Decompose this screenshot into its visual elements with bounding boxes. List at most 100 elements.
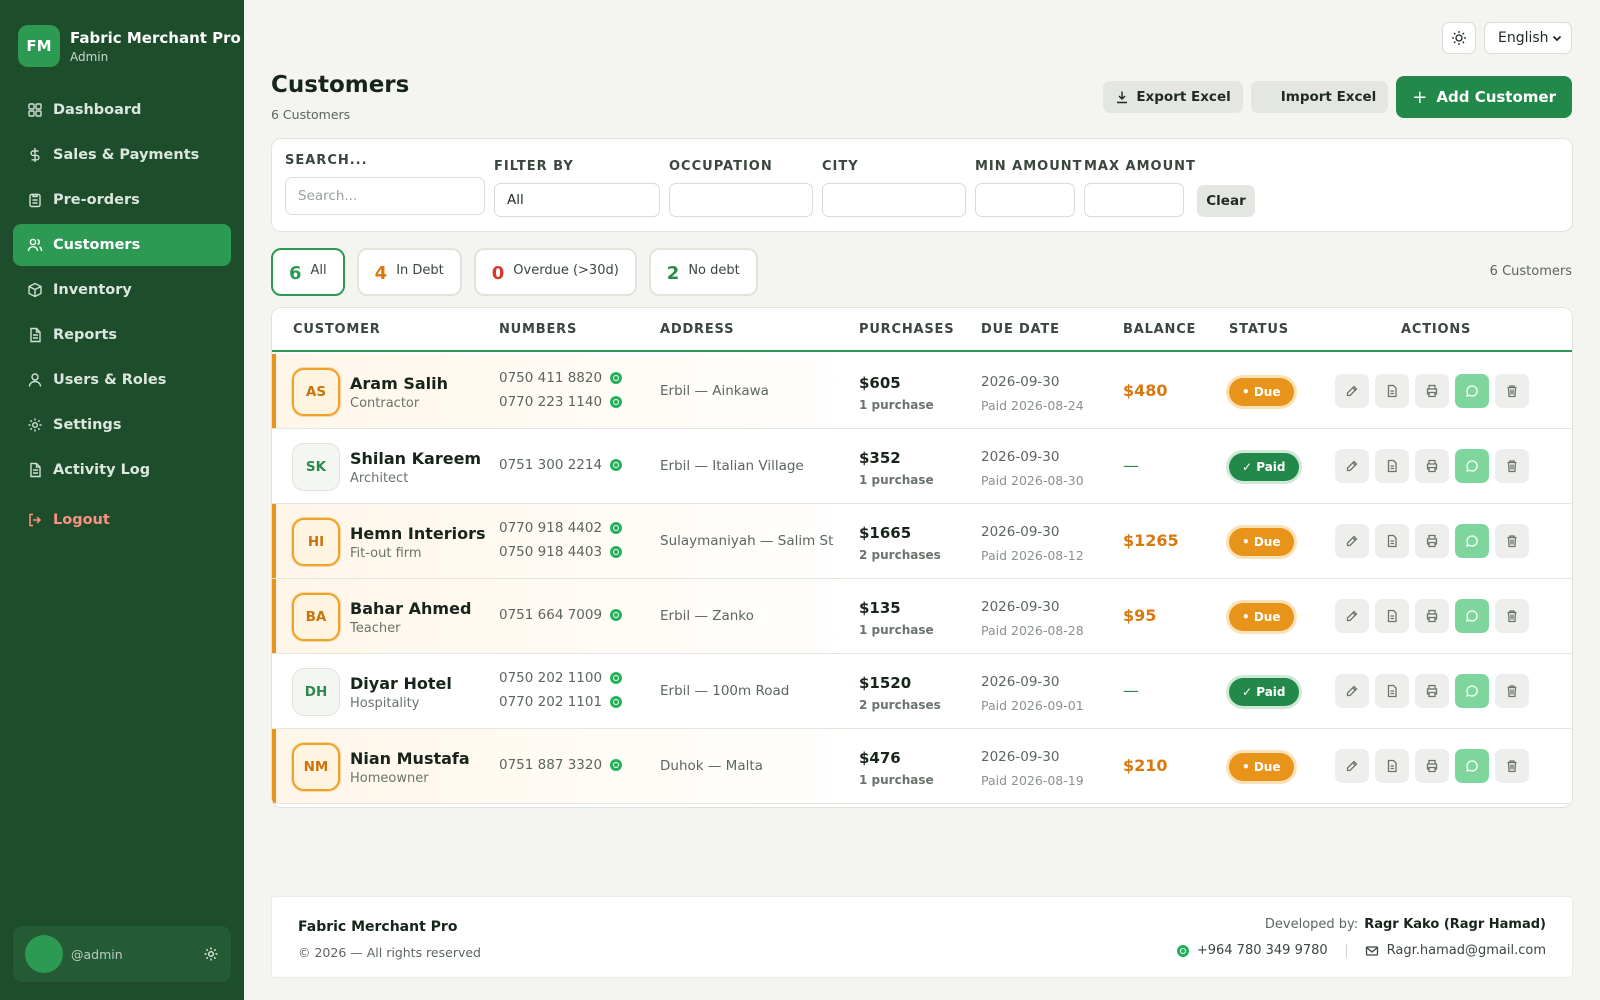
column-header[interactable]: STATUS [1229,322,1289,337]
add-customer-button[interactable]: + Add Customer [1396,76,1572,118]
chip-in-debt[interactable]: 4 In Debt [356,248,462,296]
print-button[interactable] [1415,449,1449,483]
search-input[interactable]: Search... [285,177,485,215]
footer-phone[interactable]: +964 780 349 9780 [1197,943,1328,958]
customer-name[interactable]: Hemn Interiors [350,524,486,543]
max-amount-input[interactable] [1084,183,1184,217]
table-row[interactable]: SK Shilan Kareem Architect 0751 300 2214 Erb… [272,429,1572,504]
chip-all[interactable]: 6 All [271,248,345,296]
table-row[interactable]: NM Nian Mustafa Homeowner 0751 887 3320 Duho… [272,729,1572,804]
phone-number[interactable]: 0751 300 2214 [499,457,623,473]
trash-button[interactable] [1495,749,1529,783]
column-header[interactable]: PURCHASES [859,322,954,337]
print-button[interactable] [1415,374,1449,408]
phone-number[interactable]: 0770 202 1101 [499,694,623,710]
chat-button[interactable] [1455,674,1489,708]
edit-button[interactable] [1335,674,1369,708]
footer-email[interactable]: Ragr.hamad@gmail.com [1387,943,1546,958]
phone-number[interactable]: 0750 918 4403 [499,544,623,560]
document-button[interactable] [1375,599,1409,633]
chat-button[interactable] [1455,599,1489,633]
clear-filters-button[interactable]: Clear [1197,185,1255,217]
gear-icon[interactable] [203,946,219,962]
column-header[interactable]: DUE DATE [981,322,1060,337]
chip-no-debt[interactable]: 2 No debt [648,248,758,296]
document-button[interactable] [1375,674,1409,708]
phone-number[interactable]: 0751 664 7009 [499,607,623,623]
whatsapp-icon[interactable] [610,696,623,708]
phone-number[interactable]: 0770 223 1140 [499,394,623,410]
trash-button[interactable] [1495,599,1529,633]
phone-text: 0770 918 4402 [499,520,603,536]
export-excel-button[interactable]: Export Excel [1103,81,1243,113]
sidebar-item-sales-payments[interactable]: Sales & Payments [13,134,231,176]
print-button[interactable] [1415,749,1449,783]
document-button[interactable] [1375,524,1409,558]
document-button[interactable] [1375,374,1409,408]
whatsapp-icon[interactable] [610,609,623,621]
sidebar-item-reports[interactable]: Reports [13,314,231,356]
customer-name[interactable]: Diyar Hotel [350,674,452,693]
trash-button[interactable] [1495,449,1529,483]
table-row[interactable]: HI Hemn Interiors Fit-out firm 0770 918 440… [272,504,1572,579]
user-card[interactable]: @admin [13,926,231,982]
phone-number[interactable]: 0750 411 8820 [499,370,623,386]
chat-button[interactable] [1455,749,1489,783]
phone-number[interactable]: 0750 202 1100 [499,670,623,686]
trash-button[interactable] [1495,524,1529,558]
sidebar-item-settings[interactable]: Settings [13,404,231,446]
table-row[interactable]: BA Bahar Ahmed Teacher 0751 664 7009 Erbil —… [272,579,1572,654]
whatsapp-icon[interactable] [610,522,623,534]
language-select[interactable]: English [1484,22,1572,54]
document-button[interactable] [1375,749,1409,783]
print-button[interactable] [1415,599,1449,633]
balance: $480 [1123,381,1168,400]
occupation-input[interactable] [669,183,813,217]
phone-number[interactable]: 0751 887 3320 [499,757,623,773]
customer-name[interactable]: Aram Salih [350,374,448,393]
column-header[interactable]: ADDRESS [660,322,734,337]
print-button[interactable] [1415,674,1449,708]
chat-button[interactable] [1455,374,1489,408]
whatsapp-icon[interactable] [610,459,623,471]
sidebar-item-dashboard[interactable]: Dashboard [13,89,231,131]
chat-button[interactable] [1455,449,1489,483]
customer-name[interactable]: Shilan Kareem [350,449,481,468]
sidebar-item-users-roles[interactable]: Users & Roles [13,359,231,401]
city-input[interactable] [822,183,966,217]
logout-button[interactable]: Logout [13,499,231,541]
import-excel-button[interactable]: Import Excel [1250,81,1389,113]
table-row[interactable]: DH Diyar Hotel Hospitality 0750 202 1100 077… [272,654,1572,729]
customer-name[interactable]: Nian Mustafa [350,749,470,768]
document-button[interactable] [1375,449,1409,483]
trash-button[interactable] [1495,374,1529,408]
print-button[interactable] [1415,524,1449,558]
whatsapp-icon[interactable] [610,759,623,771]
sidebar-item-customers[interactable]: Customers [13,224,231,266]
whatsapp-icon[interactable] [610,372,623,384]
column-header[interactable]: BALANCE [1123,322,1196,337]
edit-button[interactable] [1335,449,1369,483]
trash-button[interactable] [1495,674,1529,708]
chip-overdue[interactable]: 0 Overdue (>30d) [473,248,637,296]
column-header[interactable]: NUMBERS [499,322,577,337]
whatsapp-icon[interactable] [610,546,623,558]
filter-by-select[interactable]: All [494,183,660,217]
sidebar-item-inventory[interactable]: Inventory [13,269,231,311]
edit-button[interactable] [1335,374,1369,408]
edit-button[interactable] [1335,599,1369,633]
whatsapp-icon[interactable] [610,396,623,408]
sidebar-item-pre-orders[interactable]: Pre-orders [13,179,231,221]
whatsapp-icon[interactable] [610,672,623,684]
edit-button[interactable] [1335,749,1369,783]
chat-button[interactable] [1455,524,1489,558]
customer-name[interactable]: Bahar Ahmed [350,599,471,618]
phone-number[interactable]: 0770 918 4402 [499,520,623,536]
min-amount-input[interactable] [975,183,1075,217]
customer-occupation: Homeowner [350,771,429,786]
table-row[interactable]: AS Aram Salih Contractor 0750 411 8820 0770 … [272,354,1572,429]
theme-toggle-button[interactable] [1442,22,1476,54]
edit-button[interactable] [1335,524,1369,558]
column-header[interactable]: CUSTOMER [293,322,381,337]
sidebar-item-activity-log[interactable]: Activity Log [13,449,231,491]
